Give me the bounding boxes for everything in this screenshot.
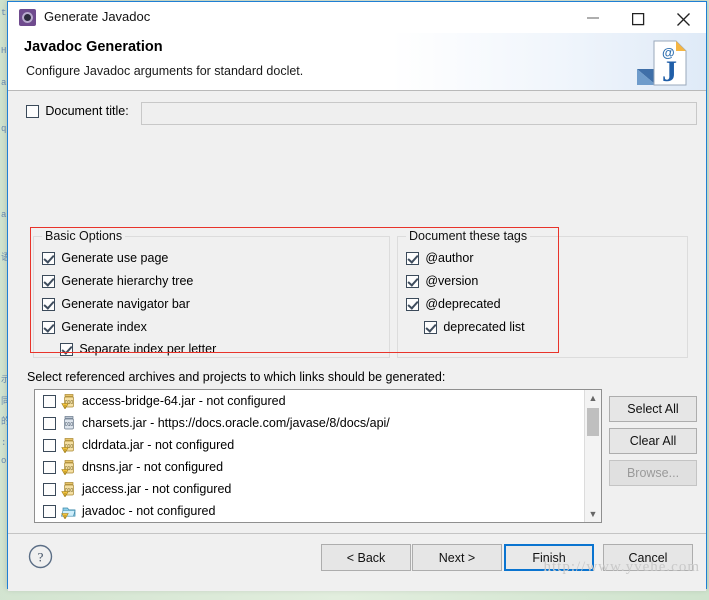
deprecated-label: @deprecated bbox=[425, 297, 501, 311]
jar-warning-icon: 010 ! bbox=[61, 438, 74, 453]
back-button[interactable]: < Back bbox=[321, 544, 411, 571]
document-title-input[interactable] bbox=[141, 102, 697, 125]
javadoc-wizard-icon bbox=[19, 9, 36, 26]
jar-warning-icon: 010 ! bbox=[61, 482, 74, 497]
maximize-button[interactable] bbox=[616, 2, 661, 32]
document-tags-legend: Document these tags bbox=[406, 229, 531, 243]
svg-text:!: ! bbox=[64, 448, 65, 453]
minimize-button[interactable] bbox=[571, 2, 616, 32]
title-bar: Generate Javadoc bbox=[8, 2, 706, 33]
svg-text:!: ! bbox=[64, 470, 65, 475]
archive-checkbox[interactable] bbox=[43, 394, 56, 408]
generate-navigator-bar-checkbox[interactable] bbox=[42, 298, 55, 311]
jar-warning-icon: 010 ! bbox=[61, 394, 74, 409]
option-generate-hierarchy-tree[interactable]: Generate hierarchy tree bbox=[42, 274, 193, 289]
scrollbar-thumb[interactable] bbox=[587, 408, 599, 436]
document-title-label: Document title: bbox=[45, 104, 129, 118]
wizard-header: Javadoc Generation Configure Javadoc arg… bbox=[8, 33, 706, 91]
generate-use-page-checkbox[interactable] bbox=[42, 252, 55, 265]
archive-name: access-bridge-64.jar - not configured bbox=[82, 394, 286, 408]
archive-name: charsets.jar - https://docs.oracle.com/j… bbox=[82, 416, 390, 430]
jar-configured-icon: 010 bbox=[64, 416, 74, 430]
option-generate-use-page[interactable]: Generate use page bbox=[42, 251, 168, 266]
archives-list[interactable]: 010 ! access-bridge-64.jar - not configu… bbox=[34, 389, 602, 523]
list-item[interactable]: 010 charsets.jar - https://docs.oracle.c… bbox=[35, 412, 601, 434]
archive-name: javadoc - not configured bbox=[82, 504, 216, 518]
archives-list-scrollbar[interactable]: ▲ ▼ bbox=[584, 390, 601, 522]
generate-use-page-label: Generate use page bbox=[61, 251, 169, 265]
archive-checkbox[interactable] bbox=[43, 504, 56, 518]
version-checkbox[interactable] bbox=[406, 275, 419, 288]
svg-text:!: ! bbox=[64, 404, 65, 409]
separate-index-per-letter-label: Separate index per letter bbox=[79, 342, 217, 356]
option-separate-index-per-letter[interactable]: Separate index per letter bbox=[60, 342, 216, 357]
scroll-up-icon[interactable]: ▲ bbox=[585, 390, 601, 406]
page-subtitle: Configure Javadoc arguments for standard… bbox=[26, 64, 304, 78]
generate-hierarchy-tree-checkbox[interactable] bbox=[42, 275, 55, 288]
document-title-checkbox[interactable] bbox=[26, 105, 39, 118]
basic-options-group: Basic Options Generate use page Generate… bbox=[33, 229, 390, 358]
folder-warning-icon: ! bbox=[61, 507, 76, 519]
next-button[interactable]: Next > bbox=[412, 544, 502, 571]
backdrop-code-line: o bbox=[1, 456, 7, 466]
window-title: Generate Javadoc bbox=[44, 9, 151, 24]
author-checkbox[interactable] bbox=[406, 252, 419, 265]
option-deprecated[interactable]: @deprecated bbox=[406, 297, 501, 312]
list-item[interactable]: 010 ! dnsns.jar - not configured bbox=[35, 456, 601, 478]
option-deprecated-list[interactable]: deprecated list bbox=[424, 320, 525, 335]
select-all-button[interactable]: Select All bbox=[609, 396, 697, 422]
deprecated-list-label: deprecated list bbox=[443, 320, 525, 334]
archive-name: jaccess.jar - not configured bbox=[82, 482, 232, 496]
dialog-body: Document title: Basic Options Generate u… bbox=[8, 91, 706, 563]
document-title-row: Document title: bbox=[26, 104, 129, 119]
generate-index-checkbox[interactable] bbox=[42, 321, 55, 334]
svg-text:!: ! bbox=[64, 514, 65, 519]
browse-archives-button[interactable]: Browse... bbox=[609, 460, 697, 486]
list-item[interactable]: ! javadoc - not configured bbox=[35, 500, 601, 522]
author-label: @author bbox=[425, 251, 474, 265]
list-item[interactable]: 010 ! cldrdata.jar - not configured bbox=[35, 434, 601, 456]
version-label: @version bbox=[425, 274, 479, 288]
archive-checkbox[interactable] bbox=[43, 438, 56, 452]
archive-checkbox[interactable] bbox=[43, 416, 56, 430]
generate-index-label: Generate index bbox=[61, 320, 147, 334]
option-generate-navigator-bar[interactable]: Generate navigator bar bbox=[42, 297, 190, 312]
svg-text:J: J bbox=[662, 55, 677, 88]
svg-text:?: ? bbox=[38, 550, 44, 565]
archive-checkbox[interactable] bbox=[43, 482, 56, 496]
deprecated-list-checkbox[interactable] bbox=[424, 321, 437, 334]
archive-name: cldrdata.jar - not configured bbox=[82, 438, 235, 452]
archive-checkbox[interactable] bbox=[43, 460, 56, 474]
list-item[interactable]: 010 ! access-bridge-64.jar - not configu… bbox=[35, 390, 601, 412]
svg-text:!: ! bbox=[64, 492, 65, 497]
generate-javadoc-dialog: Generate Javadoc Javadoc Generation Conf… bbox=[7, 1, 707, 591]
close-button[interactable] bbox=[661, 2, 706, 32]
option-version[interactable]: @version bbox=[406, 274, 478, 289]
archives-list-label: Select referenced archives and projects … bbox=[27, 370, 446, 384]
generate-hierarchy-tree-label: Generate hierarchy tree bbox=[61, 274, 194, 288]
svg-text:010: 010 bbox=[65, 422, 74, 428]
option-author[interactable]: @author bbox=[406, 251, 473, 266]
archive-name: dnsns.jar - not configured bbox=[82, 460, 224, 474]
deprecated-checkbox[interactable] bbox=[406, 298, 419, 311]
clear-all-button[interactable]: Clear All bbox=[609, 428, 697, 454]
document-tags-group: Document these tags @author @version @de… bbox=[397, 229, 688, 358]
page-title: Javadoc Generation bbox=[24, 39, 163, 55]
help-icon[interactable]: ? bbox=[28, 544, 53, 569]
separate-index-per-letter-checkbox[interactable] bbox=[60, 343, 73, 356]
option-generate-index[interactable]: Generate index bbox=[42, 320, 147, 335]
scroll-down-icon[interactable]: ▼ bbox=[585, 506, 601, 522]
watermark: http://www.yvehe.com bbox=[543, 559, 700, 575]
list-item[interactable]: 010 ! jaccess.jar - not configured bbox=[35, 478, 601, 500]
javadoc-at-j-icon: @ J bbox=[637, 40, 687, 88]
backdrop-code-line: q bbox=[1, 124, 7, 134]
generate-navigator-bar-label: Generate navigator bar bbox=[61, 297, 190, 311]
basic-options-legend: Basic Options bbox=[42, 229, 126, 243]
jar-warning-icon: 010 ! bbox=[61, 460, 74, 475]
